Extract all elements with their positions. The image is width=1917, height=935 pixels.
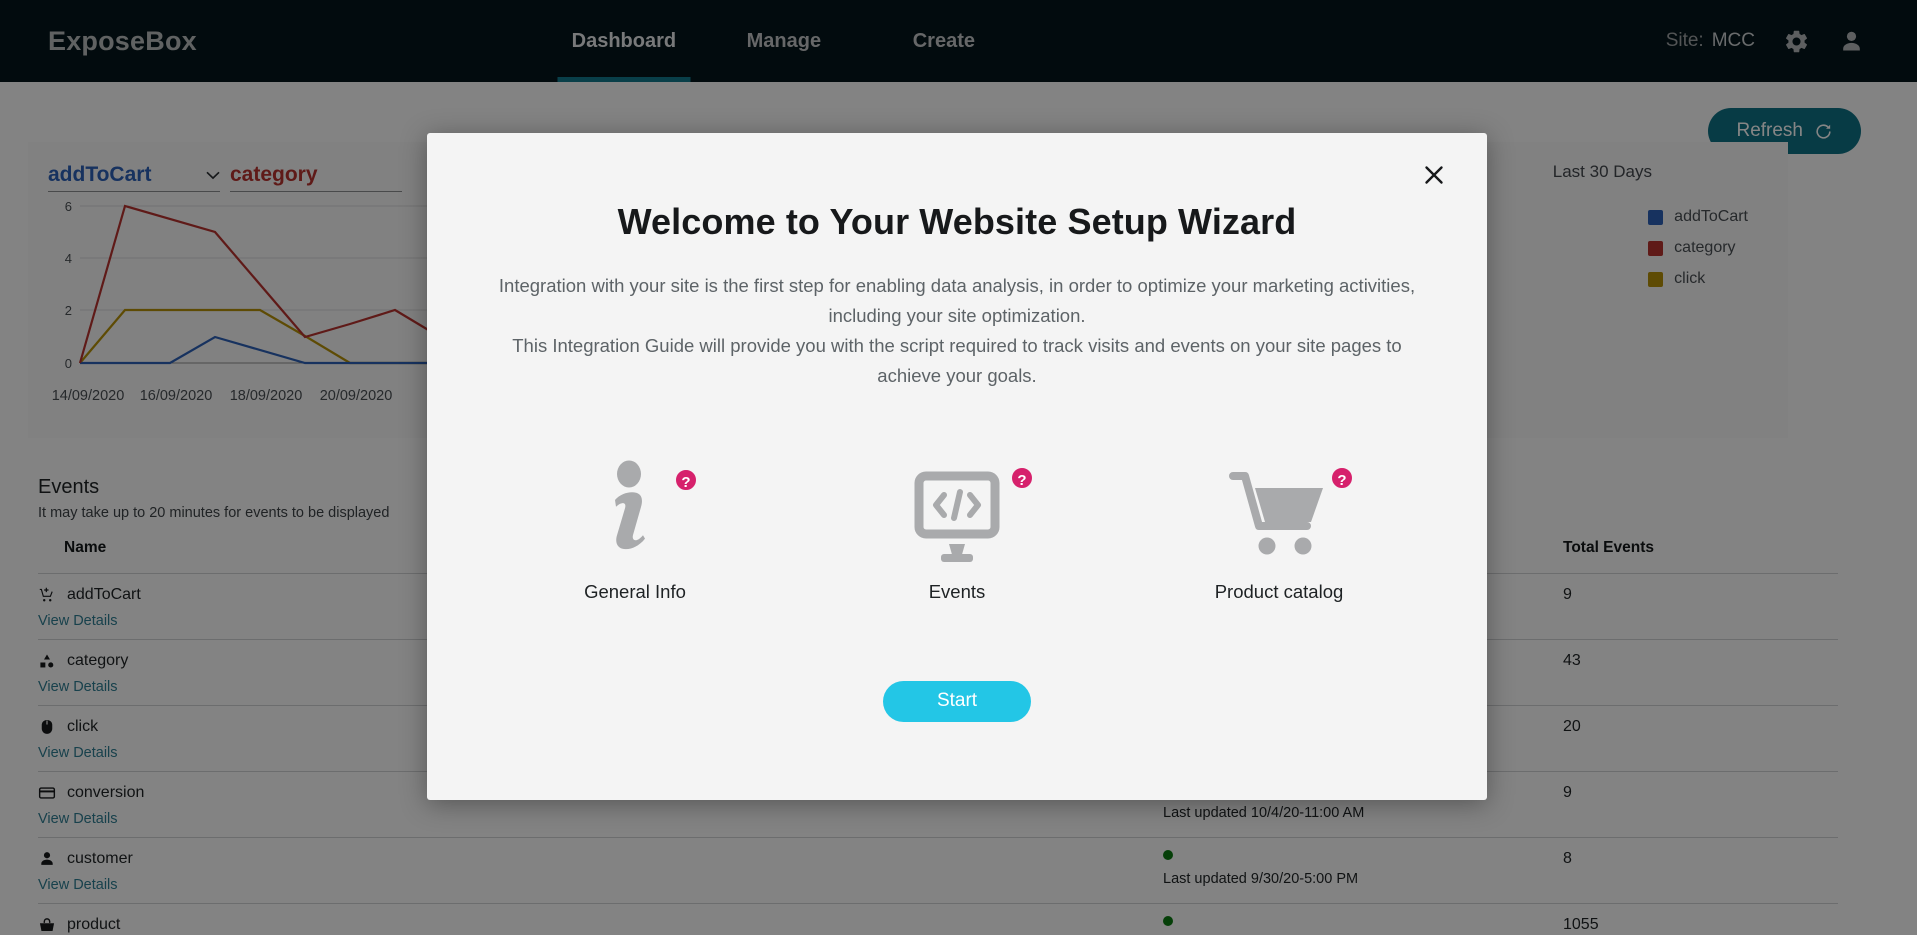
wizard-tile-events-icon-wrap: ? — [867, 457, 1047, 562]
setup-wizard-modal: Welcome to Your Website Setup Wizard Int… — [427, 133, 1487, 800]
wizard-tile-general-info-icon-wrap: ? — [545, 457, 725, 562]
help-badge-events[interactable]: ? — [1009, 464, 1035, 491]
modal-footer: Start — [427, 680, 1487, 722]
wizard-tile-product-catalog-icon-wrap: ? — [1189, 457, 1369, 562]
modal-close-button[interactable] — [1417, 158, 1451, 192]
shopping-cart-icon — [1229, 471, 1323, 555]
wizard-tile-events[interactable]: ? Events — [867, 457, 1047, 603]
start-button[interactable]: Start — [883, 680, 1031, 722]
app-root: ExposeBox Dashboard Manage Create Site: M… — [0, 0, 1917, 935]
modal-paragraph-1: Integration with your site is the first … — [498, 275, 1416, 326]
close-icon — [1425, 166, 1443, 184]
wizard-tile-general-info[interactable]: ? General Info — [545, 457, 725, 603]
modal-title: Welcome to Your Website Setup Wizard — [617, 201, 1297, 242]
wizard-tile-general-info-label: General Info — [584, 580, 686, 602]
modal-description: Integration with your site is the first … — [487, 271, 1427, 391]
code-monitor-icon — [914, 471, 1000, 562]
wizard-tile-product-catalog[interactable]: ? Product catalog — [1189, 457, 1369, 603]
wizard-tiles: ? General Info ? Events ? Product catalo… — [427, 457, 1487, 603]
help-badge-general-info[interactable]: ? — [673, 466, 699, 493]
wizard-tile-product-catalog-label: Product catalog — [1214, 580, 1344, 602]
info-icon — [615, 460, 645, 549]
modal-paragraph-2: This Integration Guide will provide you … — [512, 334, 1402, 386]
wizard-tile-events-label: Events — [928, 580, 986, 602]
help-badge-product-catalog[interactable]: ? — [1329, 464, 1355, 491]
